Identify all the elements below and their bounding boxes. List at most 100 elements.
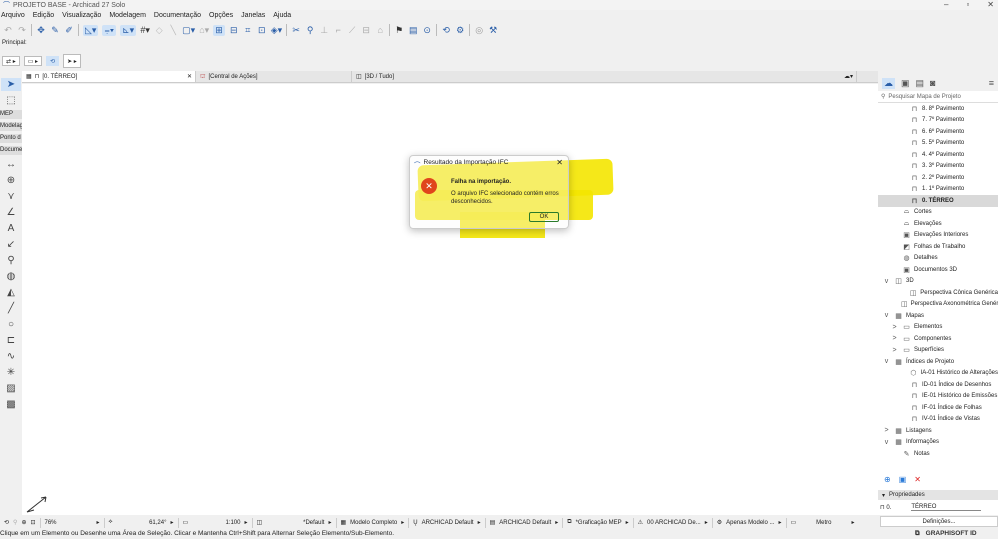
snap-points-icon[interactable]: ⊾▾ xyxy=(120,24,137,36)
polyline-tool-icon[interactable]: ⊏ xyxy=(1,334,21,347)
label-tool-icon[interactable]: ↙ xyxy=(1,238,21,251)
undo-icon[interactable]: ↶ xyxy=(3,25,13,36)
graphisoft-id[interactable]: ⧉ GRAPHISOFT ID xyxy=(915,530,977,538)
marker-tool-icon[interactable]: ⚲ xyxy=(1,254,21,267)
menu-edicao[interactable]: Edição xyxy=(33,12,54,19)
view-settings-icon[interactable]: ▣ xyxy=(899,475,907,484)
navigator-item[interactable]: > ▭ Elementos xyxy=(878,322,998,334)
eraser-icon[interactable]: ◇ xyxy=(154,25,164,36)
layer-combination[interactable]: ◫ *Default ▸ xyxy=(253,517,337,528)
publish-icon[interactable]: ⊙ xyxy=(422,25,432,36)
expand-toggle-icon[interactable]: > xyxy=(882,427,891,434)
expand-toggle-icon[interactable]: v xyxy=(882,312,891,319)
elevation-dimension-icon[interactable]: ⋎ xyxy=(1,190,21,203)
toolbox-group-modelagem[interactable]: Modelag xyxy=(0,122,22,131)
toolbox-group-mep[interactable]: MEP xyxy=(0,110,22,119)
navigator-item[interactable]: ✎ Notas xyxy=(878,448,998,460)
expand-toggle-icon[interactable]: v xyxy=(882,439,891,446)
layout-book-icon[interactable]: ▤ xyxy=(916,78,925,89)
menu-documentacao[interactable]: Documentação xyxy=(154,12,201,19)
rotate-button[interactable]: ⟲ xyxy=(46,56,60,66)
expand-toggle-icon[interactable]: > xyxy=(890,324,899,331)
zoom-next-icon[interactable]: ⚲ xyxy=(13,519,17,526)
menu-icon[interactable]: ≡ xyxy=(989,78,994,88)
navigator-item[interactable]: ⊓ 4. 4º Pavimento xyxy=(878,149,998,161)
renovation-filter[interactable]: ⚠ 00 ARCHICAD De... ▸ xyxy=(634,517,713,528)
window-icon[interactable]: ▢▾ xyxy=(182,25,195,36)
project-map-icon[interactable]: ☁ xyxy=(882,77,895,89)
navigator-item[interactable]: ⊓ 1. 1º Pavimento xyxy=(878,184,998,196)
navigator-item[interactable]: > ▦ Listagens xyxy=(878,425,998,437)
angle-dimension-icon[interactable]: ∠ xyxy=(1,206,21,219)
spline-tool-icon[interactable]: ∿ xyxy=(1,350,21,363)
fit-icon[interactable]: ⊡ xyxy=(30,519,35,526)
settings-button[interactable]: Definições... xyxy=(880,516,998,527)
tab-3d[interactable]: ◫ [3D / Tudo] ☁▾ xyxy=(352,71,857,82)
drawing-tool-icon[interactable]: ▩ xyxy=(1,398,21,411)
search-input[interactable]: Pesquisar Mapa de Projeto xyxy=(888,94,960,100)
navigator-item[interactable]: ⬡ IA-01 Histórico de Alterações xyxy=(878,368,998,380)
close-tab-icon[interactable]: ✕ xyxy=(187,73,192,80)
toolbox-group-ponto[interactable]: Ponto d xyxy=(0,134,22,143)
zone-tool-icon[interactable]: ◍ xyxy=(1,270,21,283)
select-icon[interactable]: ⌗ xyxy=(243,25,253,36)
delete-icon[interactable]: ✕ xyxy=(914,475,921,484)
navigator-item[interactable]: ▣ Documentos 3D xyxy=(878,264,998,276)
navigator-item[interactable]: v ▦ Índices de Projeto xyxy=(878,356,998,368)
navigator-search[interactable]: ⚲ Pesquisar Mapa de Projeto xyxy=(878,91,998,103)
scale[interactable]: ▭ 1:100 ▸ xyxy=(179,517,253,528)
navigator-item[interactable]: v ▦ Informações xyxy=(878,437,998,449)
menu-ajuda[interactable]: Ajuda xyxy=(273,12,291,19)
circle-tool-icon[interactable]: ○ xyxy=(1,318,21,331)
structural-filter[interactable]: ⚙ Apenas Modelo ... ▸ xyxy=(713,517,787,528)
orientation[interactable]: ⟡ 61,24° ▸ xyxy=(105,517,179,528)
pick-up-icon[interactable]: ✥ xyxy=(36,25,46,36)
expand-toggle-icon[interactable]: v xyxy=(882,278,891,285)
reserve-icon[interactable]: ⚙ xyxy=(455,25,465,36)
toolbox-group-documentacao[interactable]: Docume xyxy=(0,146,22,155)
zoom-in-icon[interactable]: ⊕ xyxy=(21,519,26,526)
navigator-item[interactable]: ⊓ 7. 7º Pavimento xyxy=(878,115,998,127)
navigator-item[interactable]: ⊓ IV-01 Índice de Vistas xyxy=(878,414,998,426)
expand-toggle-icon[interactable]: v xyxy=(882,358,891,365)
navigator-item[interactable]: ⊓ 8. 8º Pavimento xyxy=(878,103,998,115)
navigator-item[interactable]: ⊓ 0. TÉRREO xyxy=(878,195,998,207)
flag-icon[interactable]: ⚑ xyxy=(394,25,404,36)
render-icon[interactable]: ◎ xyxy=(474,25,484,36)
hotspot-tool-icon[interactable]: ✳ xyxy=(1,366,21,379)
grid-view-icon[interactable]: ▦ xyxy=(26,73,32,80)
guide-lines-icon[interactable]: ◺▾ xyxy=(83,24,99,36)
pencil-icon[interactable]: ╲ xyxy=(168,25,178,36)
menu-arquivo[interactable]: Arquivo xyxy=(1,12,25,19)
navigator-item[interactable]: ◫ Perspectiva Axonométrica Genérica xyxy=(878,299,998,311)
navigator-item[interactable]: > ▭ Superfícies xyxy=(878,345,998,357)
scissors-icon[interactable]: ✂ xyxy=(291,25,301,36)
marquee-tool-icon[interactable]: ⬚ xyxy=(1,94,21,107)
teamwork-icon[interactable]: ⟲ xyxy=(441,25,451,36)
dimension-tool-icon[interactable]: ↔ xyxy=(1,158,21,171)
unit[interactable]: ▭ Metro ▸ xyxy=(787,518,859,528)
layout-icon[interactable]: ⊟ xyxy=(229,25,239,36)
redo-icon[interactable]: ↷ xyxy=(17,25,27,36)
graphic-override[interactable]: ⧉ *Graficação MEP ▸ xyxy=(563,517,634,528)
navigator-item[interactable]: > ▭ Componentes xyxy=(878,333,998,345)
navigator-item[interactable]: ◩ Folhas de Trabalho xyxy=(878,241,998,253)
wall-tool-button[interactable]: ▭ ▸ xyxy=(23,56,43,66)
group-icon[interactable]: ⊡ xyxy=(257,25,267,36)
menu-opcoes[interactable]: Opções xyxy=(209,12,233,19)
navigator-item[interactable]: ⌓ Elevações xyxy=(878,218,998,230)
arrange-button[interactable]: ⇄ ▸ xyxy=(2,56,20,66)
arrow-tool-icon[interactable]: ➤ xyxy=(1,78,21,91)
navigator-item[interactable]: ▣ Elevações Interiores xyxy=(878,230,998,242)
zoom-previous-icon[interactable]: ⟲ xyxy=(4,519,9,526)
tab-central-acoes[interactable]: ⛫ [Central de Ações] xyxy=(196,71,352,82)
lock-icon[interactable]: ⌂▾ xyxy=(199,25,209,36)
tab-list-icon[interactable]: ☁▾ xyxy=(844,73,853,80)
new-view-icon[interactable]: ⊕ xyxy=(884,475,891,484)
snap-guides-icon[interactable]: ⩦▾ xyxy=(102,24,117,36)
close-window-button[interactable]: ✕ xyxy=(987,0,994,9)
fill-tool-icon[interactable]: ◭ xyxy=(1,286,21,299)
dialog-close-button[interactable]: ✕ xyxy=(556,158,563,167)
properties-header[interactable]: ▾ Propriedades xyxy=(878,490,998,500)
menu-visualizacao[interactable]: Visualização xyxy=(62,12,101,19)
